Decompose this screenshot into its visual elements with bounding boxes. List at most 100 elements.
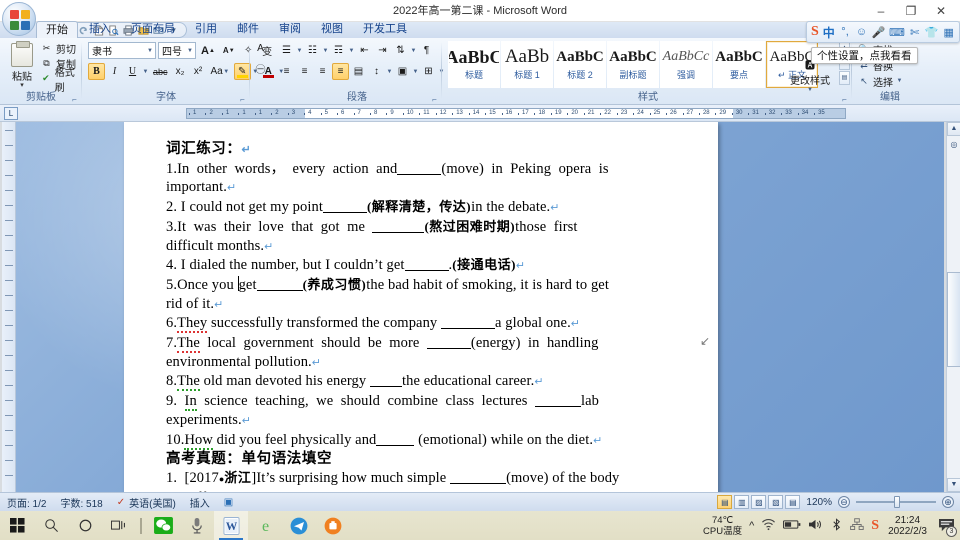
close-button[interactable]: ✕ [926, 0, 956, 22]
chevron-down-icon[interactable]: ▼ [348, 48, 355, 54]
tray-expand-chevron-icon[interactable]: ^ [749, 520, 754, 532]
sogou-logo-icon[interactable]: S [811, 24, 819, 40]
chevron-down-icon[interactable]: ▼ [144, 48, 153, 54]
tab-references[interactable]: 引用 [186, 21, 226, 38]
search-icon[interactable] [34, 511, 68, 540]
decrease-indent-button[interactable]: ⇤ [356, 42, 373, 59]
font-dialog-launcher[interactable]: ⌐ [238, 95, 247, 104]
select-button[interactable]: ↖ 选择 ▼ [856, 73, 924, 89]
tab-mailings[interactable]: 邮件 [228, 21, 268, 38]
status-insert-mode[interactable]: 插入 [183, 494, 217, 511]
start-button[interactable] [0, 511, 34, 540]
office-button[interactable] [2, 2, 36, 36]
clipboard-dialog-launcher[interactable]: ⌐ [70, 95, 79, 104]
task-view-icon[interactable] [102, 511, 136, 540]
tab-view[interactable]: 视图 [312, 21, 352, 38]
ime-mode-chinese[interactable]: 中 [823, 24, 835, 41]
skin-icon[interactable]: 👕 [925, 24, 939, 40]
sogou-tray-icon[interactable]: S [871, 518, 879, 534]
volume-icon[interactable] [808, 518, 823, 534]
taskbar-app-wechat[interactable] [146, 511, 180, 540]
status-page[interactable]: 页面: 1/2 [0, 494, 53, 511]
style-item-emphasis[interactable]: AaBbCc 强调 [660, 41, 712, 88]
zoom-level-label[interactable]: 120% [802, 497, 836, 508]
status-word-count[interactable]: 字数: 518 [53, 494, 109, 511]
maximize-button[interactable]: ❐ [896, 0, 926, 22]
cut-button[interactable]: ✂ 剪切 [40, 41, 82, 56]
style-item-heading2[interactable]: AaBbC 标题 2 [554, 41, 606, 88]
status-macro-recording[interactable]: ▣ [217, 494, 240, 511]
emoji-icon[interactable]: ☺ [855, 24, 867, 40]
paste-button[interactable]: 粘贴 ▾ [6, 41, 38, 89]
superscript-button[interactable]: x² [190, 63, 207, 80]
chevron-down-icon[interactable]: ▼ [322, 48, 329, 54]
justify-button[interactable]: ≡ [332, 63, 349, 80]
paste-dropdown-arrow[interactable]: ▾ [6, 82, 38, 89]
chevron-down-icon[interactable]: ▼ [223, 69, 230, 75]
align-left-button[interactable]: ≡ [278, 63, 295, 80]
font-family-combo[interactable]: 隶书 ▼ [88, 42, 156, 59]
bluetooth-icon[interactable] [830, 517, 843, 534]
view-print-layout-button[interactable]: ▤ [717, 495, 733, 509]
view-full-screen-button[interactable]: ▥ [734, 495, 750, 509]
document-page[interactable]: 词汇练习：↵ 1.In other words， every action an… [124, 122, 718, 492]
scroll-up-button[interactable]: ▲ [947, 122, 960, 136]
wifi-icon[interactable] [761, 518, 776, 534]
line-spacing-button[interactable]: ↕ [368, 63, 385, 80]
borders-button[interactable]: ⊞ [420, 63, 437, 80]
tab-developer[interactable]: 开发工具 [354, 21, 416, 38]
grow-font-button[interactable]: A ▲ [198, 42, 218, 59]
italic-button[interactable]: I [106, 63, 123, 80]
underline-dropdown-icon[interactable]: ▼ [142, 69, 149, 75]
tab-insert[interactable]: 插入 [80, 21, 120, 38]
vertical-scrollbar[interactable]: ▲ ◎ ▼ [946, 122, 960, 492]
sogou-ime-toolbar[interactable]: S 中 °, ☺ 🎤 ⌨ ✄ 👕 ▦ [806, 21, 960, 43]
select-browse-object-icon[interactable]: ◎ [947, 140, 960, 156]
zoom-slider-thumb[interactable] [894, 496, 900, 508]
zoom-slider[interactable] [852, 495, 940, 509]
numbering-button[interactable]: ☷ [304, 42, 321, 59]
notification-center-button[interactable]: 3 [936, 515, 957, 537]
scroll-down-button[interactable]: ▼ [947, 478, 960, 492]
punctuation-mode-icon[interactable]: °, [839, 24, 851, 40]
battery-icon[interactable] [783, 519, 801, 533]
format-painter-button[interactable]: ✔ 格式刷 [40, 68, 82, 94]
sort-button[interactable]: ⇅ [392, 42, 409, 59]
shrink-font-button[interactable]: A ▼ [220, 42, 238, 59]
chevron-down-icon[interactable]: ▼ [412, 69, 419, 75]
taskbar-app-microphone[interactable] [180, 511, 214, 540]
zoom-out-button[interactable]: ⊖ [838, 496, 850, 508]
scrollbar-thumb[interactable] [947, 272, 960, 367]
subscript-button[interactable]: x₂ [172, 63, 189, 80]
change-case-button[interactable]: Aa ▼ [208, 63, 233, 80]
tab-stop-selector[interactable]: L [4, 107, 18, 120]
cortana-icon[interactable] [68, 511, 102, 540]
horizontal-ruler[interactable]: L 1 2 1 1 1 2 3 4 5 6 7 8 9 10 11 12 13 14 15 16 17 18 19 20 21 2… [0, 105, 960, 122]
distribute-button[interactable]: ▤ [350, 63, 367, 80]
bullets-button[interactable]: ☰ [278, 42, 295, 59]
chevron-down-icon[interactable]: ▼ [896, 78, 903, 84]
view-outline-button[interactable]: ▧ [768, 495, 784, 509]
underline-button[interactable]: U [124, 63, 141, 80]
font-size-combo[interactable]: 四号 ▼ [158, 42, 196, 59]
tab-page-layout[interactable]: 页面布局 [122, 21, 184, 38]
soft-keyboard-icon[interactable]: ⌨ [889, 24, 905, 40]
style-item-heading1[interactable]: AaBb 标题 1 [501, 41, 553, 88]
page-text-body[interactable]: 词汇练习：↵ 1.In other words， every action an… [166, 140, 688, 492]
style-item-title[interactable]: AaBbC 标题 [448, 41, 500, 88]
shading-button[interactable]: ▣ [394, 63, 411, 80]
taskbar-app-telegram[interactable] [282, 511, 316, 540]
tab-home[interactable]: 开始 [36, 21, 78, 38]
multilevel-list-button[interactable]: ☶ [330, 42, 347, 59]
taskbar-app-browser[interactable]: e [248, 511, 282, 540]
cpu-temperature-indicator[interactable]: 74℃ CPU温度 [703, 515, 742, 537]
styles-dialog-launcher[interactable]: ⌐ [840, 95, 849, 104]
document-canvas[interactable]: 词汇练习：↵ 1.In other words， every action an… [16, 122, 944, 492]
status-language[interactable]: ✓ 英语(美国) [110, 494, 183, 511]
chevron-down-icon[interactable]: ▼ [386, 69, 393, 75]
align-center-button[interactable]: ≡ [296, 63, 313, 80]
voice-input-icon[interactable]: 🎤 [872, 24, 886, 40]
align-right-button[interactable]: ≡ [314, 63, 331, 80]
bold-button[interactable]: B [88, 63, 105, 80]
ime-toolbox-icon[interactable]: ▦ [943, 24, 955, 40]
